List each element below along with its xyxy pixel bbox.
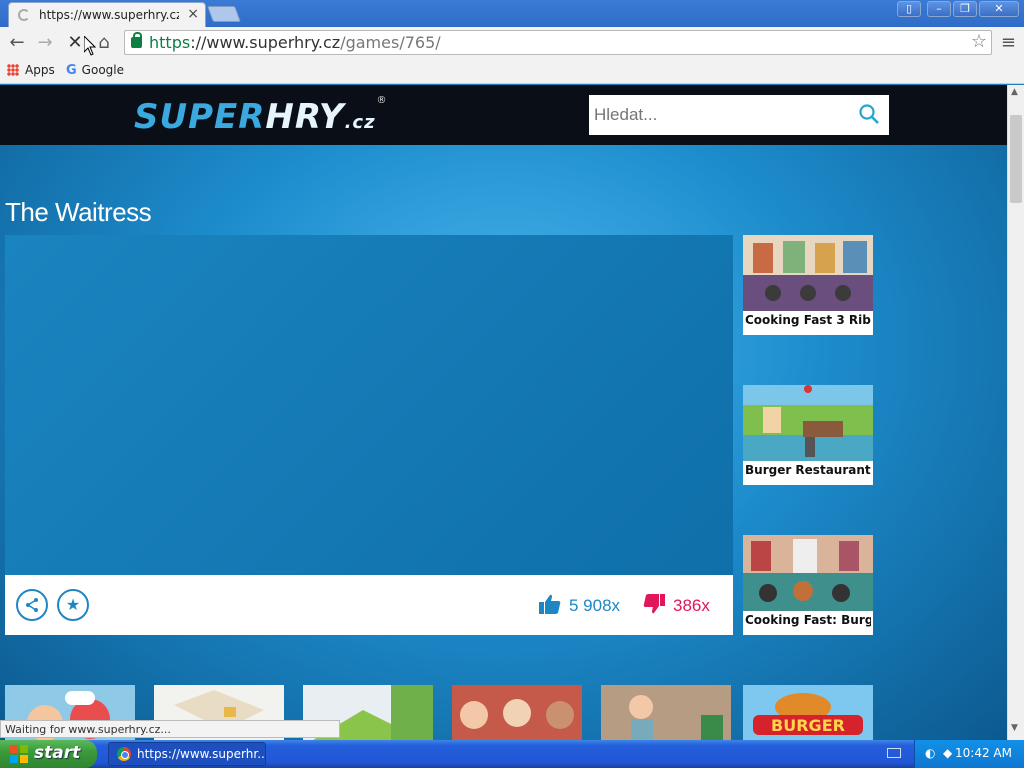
like-button[interactable]: 5 908x	[539, 594, 620, 616]
address-bar[interactable]: https://www.superhry.cz/games/765/ ☆	[124, 30, 992, 55]
browser-toolbar: ← → ✕ ⌂ https://www.superhry.cz/games/76…	[0, 27, 1024, 58]
related-game-title: Burger Restaurant E...	[745, 463, 871, 477]
thumbs-down-icon	[643, 594, 665, 614]
chrome-icon	[117, 747, 131, 761]
browser-tabstrip: https://www.superhry.cz/games/765/ × ▯ –…	[0, 0, 1024, 27]
stop-loading-button[interactable]: ✕	[64, 32, 86, 54]
minimize-button[interactable]: –	[927, 1, 951, 17]
new-tab-button[interactable]	[207, 6, 241, 22]
apps-grid-icon	[7, 64, 19, 76]
back-button[interactable]: ←	[6, 32, 28, 54]
scrollbar-thumb[interactable]	[1010, 115, 1022, 203]
dislike-count: 386x	[673, 596, 710, 615]
user-profile-button[interactable]: ▯	[897, 1, 921, 17]
bookmark-google[interactable]: G Google	[66, 63, 124, 78]
game-thumbnail[interactable]: BURGER	[743, 685, 873, 740]
web-page: SUPERHRY.cz ® The Waitress ★ 5 9	[0, 85, 1007, 740]
share-icon	[26, 598, 38, 612]
svg-text:BURGER: BURGER	[771, 716, 845, 735]
close-window-button[interactable]: ✕	[979, 1, 1019, 17]
bookmark-star-icon[interactable]: ☆	[971, 31, 987, 52]
search-input[interactable]	[589, 95, 844, 135]
tab-close-button[interactable]: ×	[187, 6, 199, 22]
taskbar-chrome-window[interactable]: https://www.superhr...	[108, 742, 266, 766]
favorite-button[interactable]: ★	[57, 589, 89, 621]
mouse-cursor-icon	[84, 36, 96, 56]
browser-menu-button[interactable]: ≡	[1001, 32, 1016, 53]
game-thumbnail	[743, 235, 873, 311]
related-game-card[interactable]: Cooking Fast: Burge...	[743, 535, 873, 635]
windows-flag-icon	[10, 745, 28, 763]
taskbar-clock[interactable]: 10:42 AM	[955, 746, 1012, 760]
bookmark-apps[interactable]: Apps	[7, 63, 55, 77]
related-game-card[interactable]: Burger Restaurant E...	[743, 385, 873, 485]
bookmarks-bar: Apps G Google	[0, 58, 1024, 84]
game-thumbnail	[743, 385, 873, 461]
page-scrollbar[interactable]: ▲ ▼	[1007, 85, 1024, 740]
game-thumbnail	[743, 535, 873, 611]
thumbs-up-icon	[539, 594, 561, 614]
browser-status-bar: Waiting for www.superhry.cz...	[0, 720, 340, 738]
star-icon: ★	[65, 595, 81, 614]
game-frame[interactable]	[5, 235, 733, 575]
site-header: SUPERHRY.cz ®	[0, 85, 1007, 145]
browser-tab[interactable]: https://www.superhry.cz/games/765/ ×	[8, 2, 206, 27]
like-count: 5 908x	[569, 596, 621, 615]
related-game-title: Cooking Fast: Burge...	[745, 613, 871, 627]
share-button[interactable]	[16, 589, 48, 621]
game-title: The Waitress	[5, 197, 152, 227]
dislike-button[interactable]: 386x	[643, 594, 710, 616]
scroll-up-icon[interactable]: ▲	[1011, 87, 1018, 97]
system-tray: ◐ ◆ 10:42 AM	[914, 740, 1024, 768]
search-icon[interactable]	[859, 104, 879, 124]
network-icon[interactable]: ◐	[925, 746, 939, 760]
restore-button[interactable]: ❐	[953, 1, 977, 17]
game-action-bar: ★ 5 908x 386x	[5, 575, 733, 635]
scroll-down-icon[interactable]: ▼	[1011, 723, 1018, 733]
forward-button[interactable]: →	[34, 32, 56, 54]
loading-spinner-icon	[18, 9, 30, 21]
start-button[interactable]: start	[0, 740, 97, 768]
tab-title: https://www.superhry.cz/games/765/	[39, 8, 179, 22]
related-game-card[interactable]: Cooking Fast 3 Ribs ...	[743, 235, 873, 335]
google-g-icon: G	[66, 63, 77, 78]
site-logo[interactable]: SUPERHRY.cz ®	[134, 95, 387, 137]
windows-taskbar: start https://www.superhr... ◐ ◆ 10:42 A…	[0, 740, 1024, 768]
url-text[interactable]: https://www.superhry.cz/games/765/	[149, 33, 441, 52]
lock-icon	[131, 32, 142, 48]
keyboard-icon[interactable]	[887, 748, 901, 758]
game-thumbnail[interactable]	[452, 685, 582, 740]
related-game-title: Cooking Fast 3 Ribs ...	[745, 313, 871, 327]
home-button[interactable]: ⌂	[93, 32, 115, 54]
game-thumbnail[interactable]	[601, 685, 731, 740]
site-search	[589, 95, 889, 135]
